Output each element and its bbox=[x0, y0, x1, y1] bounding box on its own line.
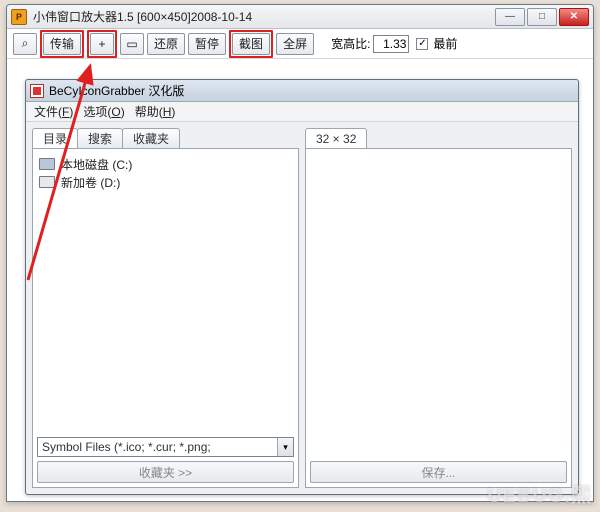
right-pane: 32 × 32 保存... bbox=[305, 128, 572, 488]
fullscreen-button[interactable]: 全屏 bbox=[276, 33, 314, 55]
tab-favorites[interactable]: 收藏夹 bbox=[122, 128, 180, 148]
directory-panel: 本地磁盘 (C:) 新加卷 (D:) Symbol Files (*.ico; … bbox=[32, 148, 299, 488]
highlight-plus: + bbox=[87, 30, 117, 58]
menu-file[interactable]: 文件(F) bbox=[30, 103, 77, 120]
plus-button[interactable]: + bbox=[90, 33, 114, 55]
preview-panel: 保存... bbox=[305, 148, 572, 488]
app-icon: P bbox=[11, 9, 27, 25]
inner-titlebar[interactable]: BeCyIconGrabber 汉化版 bbox=[26, 80, 578, 102]
watermark: UEBUG.熙 bbox=[487, 479, 592, 508]
tree-item-c[interactable]: 本地磁盘 (C:) bbox=[39, 155, 292, 173]
menu-options[interactable]: 选项(O) bbox=[79, 103, 128, 120]
ratio-label: 宽高比: bbox=[331, 35, 370, 52]
icongrabber-window: BeCyIconGrabber 汉化版 文件(F) 选项(O) 帮助(H) 目录… bbox=[25, 79, 579, 495]
window-title: 小伟窗口放大器1.5 [600×450]2008-10-14 bbox=[33, 8, 495, 25]
restore-button[interactable]: 还原 bbox=[147, 33, 185, 55]
titlebar[interactable]: P 小伟窗口放大器1.5 [600×450]2008-10-14 — □ ✕ bbox=[7, 5, 593, 29]
minimize-button[interactable]: — bbox=[495, 8, 525, 26]
toolbar: ⌕ 传输 + ▭ 还原 暂停 截图 全屏 宽高比: ✓ 最前 bbox=[7, 29, 593, 59]
pause-button[interactable]: 暂停 bbox=[188, 33, 226, 55]
chevron-down-icon[interactable]: ▾ bbox=[277, 438, 293, 456]
crop-button[interactable]: ▭ bbox=[120, 33, 144, 55]
transfer-button[interactable]: 传输 bbox=[43, 33, 81, 55]
filetype-text: Symbol Files (*.ico; *.cur; *.png; bbox=[38, 440, 277, 454]
highlight-screenshot: 截图 bbox=[229, 30, 273, 58]
tree-item-d[interactable]: 新加卷 (D:) bbox=[39, 173, 292, 191]
highlight-transfer: 传输 bbox=[40, 30, 84, 58]
favorites-button[interactable]: 收藏夹 >> bbox=[37, 461, 294, 483]
inner-window-title: BeCyIconGrabber 汉化版 bbox=[49, 82, 184, 99]
topmost-label: 最前 bbox=[433, 35, 457, 52]
menubar: 文件(F) 选项(O) 帮助(H) bbox=[26, 102, 578, 122]
close-button[interactable]: ✕ bbox=[559, 8, 589, 26]
drive-icon bbox=[39, 158, 55, 170]
menu-help[interactable]: 帮助(H) bbox=[131, 103, 180, 120]
screenshot-button[interactable]: 截图 bbox=[232, 33, 270, 55]
maximize-button[interactable]: □ bbox=[527, 8, 557, 26]
zoom-icon-button[interactable]: ⌕ bbox=[13, 33, 37, 55]
left-pane: 目录 搜索 收藏夹 本地磁盘 (C:) 新加卷 (D:) Symbol File… bbox=[32, 128, 299, 488]
drive-icon bbox=[39, 176, 55, 188]
filetype-combo[interactable]: Symbol Files (*.ico; *.cur; *.png; ▾ bbox=[37, 437, 294, 457]
tab-directory[interactable]: 目录 bbox=[32, 128, 78, 148]
inner-app-icon bbox=[30, 84, 44, 98]
tab-search[interactable]: 搜索 bbox=[77, 128, 123, 148]
tab-size-32[interactable]: 32 × 32 bbox=[305, 128, 367, 148]
drive-tree: 本地磁盘 (C:) 新加卷 (D:) bbox=[33, 149, 298, 197]
ratio-input[interactable] bbox=[373, 35, 409, 53]
topmost-checkbox[interactable]: ✓ bbox=[416, 38, 428, 50]
magnifier-window: P 小伟窗口放大器1.5 [600×450]2008-10-14 — □ ✕ ⌕… bbox=[6, 4, 594, 502]
